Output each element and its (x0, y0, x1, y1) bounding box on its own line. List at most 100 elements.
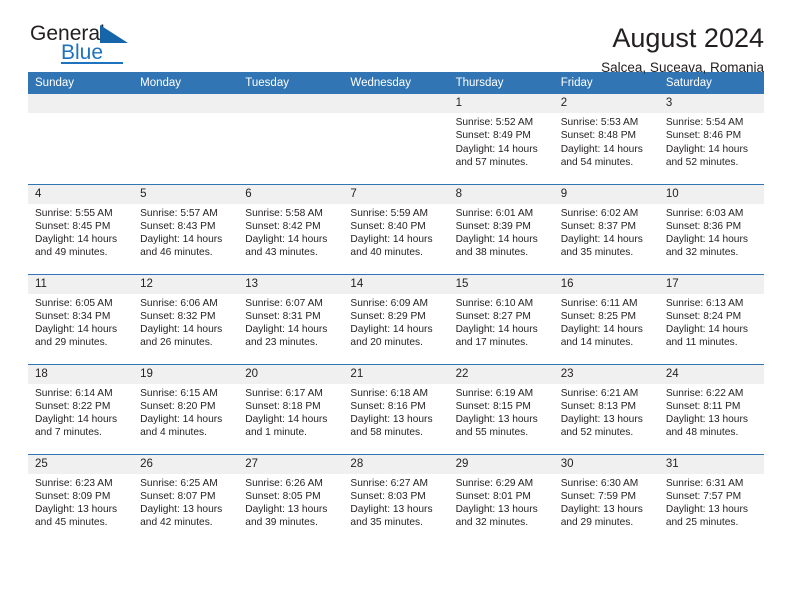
logo-triangle-icon (100, 25, 128, 43)
calendar-page: General Blue August 2024 Salcea, Suceava… (0, 0, 792, 612)
sunrise-text: Sunrise: 6:21 AM (560, 387, 639, 399)
day-number: 15 (448, 274, 554, 294)
daylight-text-line1: Daylight: 14 hours (35, 414, 118, 426)
page-header: General Blue August 2024 Salcea, Suceava… (28, 0, 764, 75)
calendar-day-cell[interactable]: 9 Sunrise: 6:02 AM Sunset: 8:37 PM Daylight… (553, 183, 659, 274)
sunrise-text: Sunrise: 6:02 AM (560, 207, 639, 219)
sunrise-text: Sunrise: 5:57 AM (140, 207, 218, 219)
day-details: Sunrise: 6:27 AM Sunset: 8:03 PM Daylight:… (343, 474, 448, 530)
daylight-text-line2: and 49 minutes. (35, 247, 108, 259)
calendar-cell-empty (343, 94, 449, 184)
calendar-day-cell[interactable]: 3 Sunrise: 5:54 AM Sunset: 8:46 PM Daylight… (658, 94, 764, 184)
daylight-text-line2: and 55 minutes. (455, 427, 529, 439)
calendar-day-cell[interactable]: 11 Sunrise: 6:05 AM Sunset: 8:34 PM Dayligh… (28, 273, 134, 364)
sunset-text: Sunset: 8:07 PM (140, 490, 216, 502)
calendar-day-cell[interactable]: 23 Sunrise: 6:21 AM Sunset: 8:13 PM Dayligh… (553, 363, 659, 454)
daylight-text-line1: Daylight: 14 hours (560, 234, 643, 246)
day-details: Sunrise: 5:57 AM Sunset: 8:43 PM Daylight:… (133, 204, 238, 260)
sunset-text: Sunset: 8:40 PM (350, 220, 426, 232)
calendar-week-row: 1 Sunrise: 5:52 AM Sunset: 8:49 PM Daylight… (28, 94, 764, 184)
daylight-text-line2: and 58 minutes. (350, 427, 423, 439)
calendar-cell-empty (133, 94, 239, 184)
calendar-day-cell[interactable]: 8 Sunrise: 6:01 AM Sunset: 8:39 PM Daylight… (448, 183, 554, 274)
calendar-day-cell[interactable]: 30 Sunrise: 6:30 AM Sunset: 7:59 PM Dayligh… (553, 453, 659, 544)
calendar-cell-empty (28, 94, 134, 184)
sunset-text: Sunset: 8:22 PM (35, 400, 111, 412)
sunrise-text: Sunrise: 6:07 AM (245, 297, 323, 309)
sunrise-text: Sunrise: 6:05 AM (35, 297, 113, 309)
daylight-text-line2: and 26 minutes. (140, 337, 213, 349)
daylight-text-line2: and 29 minutes. (560, 517, 634, 529)
calendar-day-cell[interactable]: 15 Sunrise: 6:10 AM Sunset: 8:27 PM Dayligh… (448, 273, 554, 364)
daylight-text-line1: Daylight: 14 hours (455, 324, 538, 336)
day-details: Sunrise: 6:26 AM Sunset: 8:05 PM Daylight:… (238, 474, 343, 530)
calendar-day-cell[interactable]: 24 Sunrise: 6:22 AM Sunset: 8:11 PM Dayligh… (658, 363, 764, 454)
calendar-day-cell[interactable]: 12 Sunrise: 6:06 AM Sunset: 8:32 PM Dayligh… (133, 273, 239, 364)
day-number: 17 (658, 274, 764, 294)
daylight-text-line2: and 43 minutes. (245, 247, 318, 259)
daylight-text-line1: Daylight: 14 hours (35, 324, 118, 336)
daylight-text-line1: Daylight: 13 hours (665, 504, 748, 516)
daylight-text-line1: Daylight: 14 hours (665, 234, 748, 246)
calendar-day-cell[interactable]: 10 Sunrise: 6:03 AM Sunset: 8:36 PM Dayligh… (658, 183, 764, 274)
calendar-day-cell[interactable]: 1 Sunrise: 5:52 AM Sunset: 8:49 PM Daylight… (448, 94, 554, 184)
calendar-day-cell[interactable]: 18 Sunrise: 6:14 AM Sunset: 8:22 PM Dayligh… (28, 363, 134, 454)
daylight-text-line1: Daylight: 13 hours (35, 504, 118, 516)
daylight-text-line1: Daylight: 14 hours (560, 324, 643, 336)
day-number (133, 94, 239, 113)
calendar-day-cell[interactable]: 31 Sunrise: 6:31 AM Sunset: 7:57 PM Dayligh… (658, 453, 764, 544)
calendar-day-cell[interactable]: 27 Sunrise: 6:26 AM Sunset: 8:05 PM Dayligh… (238, 453, 344, 544)
day-number: 8 (448, 184, 554, 204)
day-number: 25 (28, 454, 134, 474)
day-number: 30 (553, 454, 659, 474)
sunset-text: Sunset: 8:13 PM (560, 400, 637, 412)
day-details: Sunrise: 6:10 AM Sunset: 8:27 PM Daylight:… (449, 294, 554, 350)
sunrise-text: Sunrise: 6:11 AM (560, 297, 638, 309)
day-number: 5 (133, 184, 239, 204)
calendar-day-cell[interactable]: 13 Sunrise: 6:07 AM Sunset: 8:31 PM Dayligh… (238, 273, 344, 364)
calendar-day-cell[interactable]: 26 Sunrise: 6:25 AM Sunset: 8:07 PM Dayligh… (133, 453, 239, 544)
general-blue-logo[interactable]: General Blue (28, 22, 138, 68)
calendar-day-cell[interactable]: 19 Sunrise: 6:15 AM Sunset: 8:20 PM Dayligh… (133, 363, 239, 454)
sunrise-text: Sunrise: 5:52 AM (455, 117, 534, 128)
daylight-text-line1: Daylight: 13 hours (665, 414, 748, 426)
sunrise-text: Sunrise: 6:03 AM (665, 207, 744, 219)
day-details: Sunrise: 5:52 AM Sunset: 8:49 PM Daylight:… (449, 113, 554, 169)
daylight-text-line2: and 1 minute. (245, 427, 308, 439)
calendar-day-cell[interactable]: 28 Sunrise: 6:27 AM Sunset: 8:03 PM Dayligh… (343, 453, 449, 544)
daylight-text-line2: and 23 minutes. (245, 337, 318, 349)
day-details: Sunrise: 6:09 AM Sunset: 8:29 PM Daylight:… (343, 294, 448, 350)
daylight-text-line2: and 52 minutes. (665, 156, 739, 168)
calendar-day-cell[interactable]: 22 Sunrise: 6:19 AM Sunset: 8:15 PM Dayligh… (448, 363, 554, 454)
sunrise-text: Sunrise: 6:31 AM (665, 477, 744, 489)
daylight-text-line2: and 11 minutes. (665, 337, 738, 349)
daylight-text-line2: and 32 minutes. (455, 517, 529, 529)
sunset-text: Sunset: 7:59 PM (560, 490, 637, 502)
sunrise-text: Sunrise: 5:55 AM (35, 207, 113, 219)
day-number: 3 (658, 94, 764, 113)
daylight-text-line1: Daylight: 13 hours (140, 504, 223, 516)
calendar-day-cell[interactable]: 21 Sunrise: 6:18 AM Sunset: 8:16 PM Dayligh… (343, 363, 449, 454)
day-details: Sunrise: 6:01 AM Sunset: 8:39 PM Daylight:… (449, 204, 554, 260)
day-number: 7 (343, 184, 449, 204)
daylight-text-line1: Daylight: 14 hours (140, 324, 223, 336)
calendar-day-cell[interactable]: 5 Sunrise: 5:57 AM Sunset: 8:43 PM Daylight… (133, 183, 239, 274)
daylight-text-line1: Daylight: 14 hours (350, 234, 433, 246)
calendar-day-cell[interactable]: 6 Sunrise: 5:58 AM Sunset: 8:42 PM Daylight… (238, 183, 344, 274)
calendar-day-cell[interactable]: 20 Sunrise: 6:17 AM Sunset: 8:18 PM Dayligh… (238, 363, 344, 454)
calendar-day-cell[interactable]: 29 Sunrise: 6:29 AM Sunset: 8:01 PM Dayligh… (448, 453, 554, 544)
sunrise-text: Sunrise: 6:17 AM (245, 387, 323, 399)
calendar-day-cell[interactable]: 2 Sunrise: 5:53 AM Sunset: 8:48 PM Daylight… (553, 94, 659, 184)
calendar-day-cell[interactable]: 17 Sunrise: 6:13 AM Sunset: 8:24 PM Dayligh… (658, 273, 764, 364)
calendar-day-cell[interactable]: 7 Sunrise: 5:59 AM Sunset: 8:40 PM Daylight… (343, 183, 449, 274)
sunset-text: Sunset: 8:43 PM (140, 220, 216, 232)
calendar-day-cell[interactable]: 4 Sunrise: 5:55 AM Sunset: 8:45 PM Daylight… (28, 183, 134, 274)
sunset-text: Sunset: 8:39 PM (455, 220, 531, 232)
calendar-day-cell[interactable]: 16 Sunrise: 6:11 AM Sunset: 8:25 PM Dayligh… (553, 273, 659, 364)
daylight-text-line1: Daylight: 14 hours (245, 234, 328, 246)
calendar-day-cell[interactable]: 25 Sunrise: 6:23 AM Sunset: 8:09 PM Dayligh… (28, 453, 134, 544)
day-number: 23 (553, 364, 659, 384)
day-number: 10 (658, 184, 764, 204)
day-details: Sunrise: 5:53 AM Sunset: 8:48 PM Daylight:… (554, 113, 659, 169)
calendar-day-cell[interactable]: 14 Sunrise: 6:09 AM Sunset: 8:29 PM Dayligh… (343, 273, 449, 364)
